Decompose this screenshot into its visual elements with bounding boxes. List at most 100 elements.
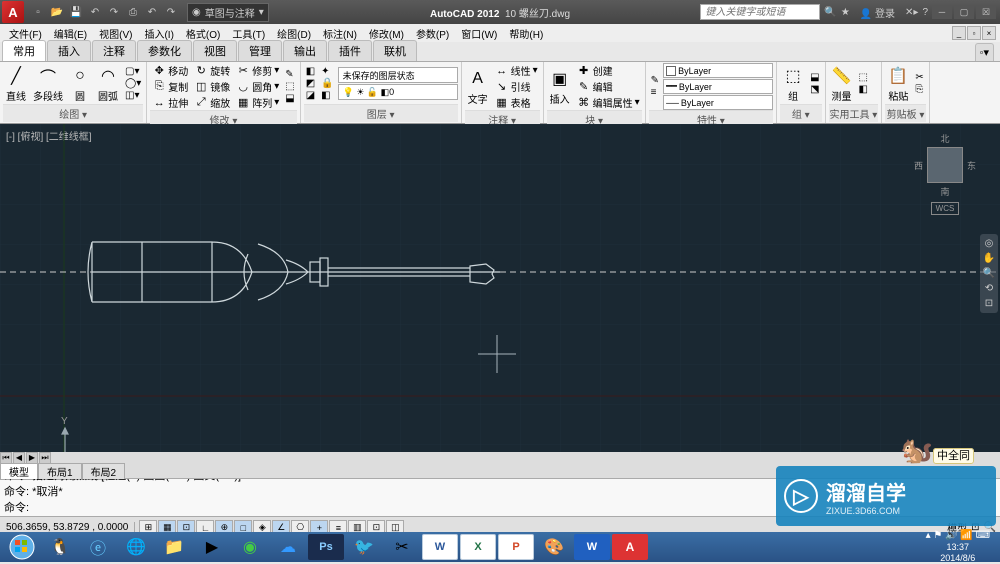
close-button[interactable]: ☒ bbox=[976, 5, 996, 19]
copy-clip-tool[interactable]: ⎘ bbox=[913, 84, 925, 95]
array-tool[interactable]: ▦阵列 ▾ bbox=[234, 95, 281, 110]
layer-current-combo[interactable]: 💡 ☀ 🔓 ◧ 0 bbox=[338, 84, 458, 100]
mdi-min[interactable]: _ bbox=[952, 26, 966, 40]
group-tool[interactable]: ⬚组 bbox=[780, 64, 806, 104]
copy-tool[interactable]: ⎘复制 bbox=[150, 79, 190, 94]
open-icon[interactable]: 📂 bbox=[49, 4, 65, 20]
menu-edit[interactable]: 编辑(E) bbox=[49, 25, 92, 42]
line-tool[interactable]: ╱直线 bbox=[3, 64, 29, 104]
draw-extra-3[interactable]: ◫▾ bbox=[123, 90, 143, 101]
viewcube-south[interactable]: 南 bbox=[940, 185, 949, 198]
props-tool-2[interactable]: ≡ bbox=[649, 87, 661, 98]
undo-icon[interactable]: ↶ bbox=[87, 4, 103, 20]
viewcube-west[interactable]: 西 bbox=[914, 159, 923, 172]
layer-tool-4[interactable]: ✦ bbox=[319, 66, 335, 77]
layer-state-combo[interactable]: 未保存的图层状态 bbox=[338, 67, 458, 83]
leader-tool[interactable]: ↘引线 bbox=[493, 79, 540, 94]
util-extra-2[interactable]: ◧ bbox=[857, 84, 870, 95]
edit-block-tool[interactable]: ✎编辑 bbox=[575, 79, 642, 94]
mdi-close[interactable]: × bbox=[982, 26, 996, 40]
task-ppt[interactable]: P bbox=[498, 534, 534, 560]
linetype-combo[interactable]: ── ByLayer bbox=[663, 95, 773, 110]
tab-manage[interactable]: 管理 bbox=[238, 40, 282, 61]
modify-extra-1[interactable]: ⬚ bbox=[283, 81, 296, 92]
print-icon[interactable]: ⎙ bbox=[125, 4, 141, 20]
move-tool[interactable]: ✥移动 bbox=[150, 63, 190, 78]
tab-model[interactable]: 模型 bbox=[0, 463, 38, 480]
tab-output[interactable]: 输出 bbox=[283, 40, 327, 61]
menu-help[interactable]: 帮助(H) bbox=[504, 25, 548, 42]
panel-layers-title[interactable]: 图层 ▾ bbox=[304, 104, 458, 122]
layer-tool-2[interactable]: ◩ bbox=[304, 78, 317, 89]
modify-brush[interactable]: ✎ bbox=[283, 69, 296, 80]
workspace-selector[interactable]: ◉ 草图与注释 ▾ bbox=[187, 3, 269, 22]
layer-tool-3[interactable]: ◪ bbox=[304, 90, 317, 101]
tab-insert[interactable]: 插入 bbox=[47, 40, 91, 61]
login-button[interactable]: 👤 登录 bbox=[854, 4, 901, 21]
table-tool[interactable]: ▦表格 bbox=[493, 95, 540, 110]
linear-dim-tool[interactable]: ↔线性 ▾ bbox=[493, 63, 540, 78]
fillet-tool[interactable]: ◡圆角 ▾ bbox=[234, 79, 281, 94]
modify-extra-2[interactable]: ⬓ bbox=[283, 93, 296, 104]
task-360[interactable]: ◉ bbox=[232, 534, 268, 560]
maximize-button[interactable]: ▢ bbox=[954, 5, 974, 19]
pan-icon[interactable]: ✋ bbox=[983, 253, 995, 264]
menu-tools[interactable]: 工具(T) bbox=[227, 25, 270, 42]
trim-tool[interactable]: ✂修剪 ▾ bbox=[234, 63, 281, 78]
wheel-icon[interactable]: ◎ bbox=[985, 238, 994, 249]
menu-insert[interactable]: 插入(I) bbox=[139, 25, 178, 42]
task-explorer[interactable]: 📁 bbox=[156, 534, 192, 560]
menu-window[interactable]: 窗口(W) bbox=[456, 25, 502, 42]
measure-tool[interactable]: 📏测量 bbox=[829, 64, 855, 104]
viewcube-north[interactable]: 北 bbox=[940, 132, 949, 145]
match-props-tool[interactable]: ✎ bbox=[649, 75, 661, 86]
exchange-icon[interactable]: ✕▸ bbox=[905, 7, 918, 18]
draw-extra-2[interactable]: ◯▾ bbox=[123, 78, 143, 89]
stretch-tool[interactable]: ↔拉伸 bbox=[150, 95, 190, 110]
cut-tool[interactable]: ✂ bbox=[913, 72, 925, 83]
ribbon-collapse-button[interactable]: ◦▾ bbox=[975, 43, 994, 61]
menu-format[interactable]: 格式(O) bbox=[181, 25, 225, 42]
tab-layout2[interactable]: 布局2 bbox=[82, 463, 126, 480]
orbit-icon[interactable]: ⟲ bbox=[985, 283, 993, 294]
undo2-icon[interactable]: ↶ bbox=[144, 4, 160, 20]
task-browser[interactable]: 🌐 bbox=[118, 534, 154, 560]
task-word[interactable]: W bbox=[422, 534, 458, 560]
redo-icon[interactable]: ↷ bbox=[106, 4, 122, 20]
paste-tool[interactable]: 📋粘贴 bbox=[885, 64, 911, 104]
save-icon[interactable]: 💾 bbox=[68, 4, 84, 20]
menu-modify[interactable]: 修改(M) bbox=[364, 25, 409, 42]
task-autocad[interactable]: A bbox=[612, 534, 648, 560]
tray-icons[interactable]: ▴ ⚑ 🔊 📶 ⌨ bbox=[926, 530, 990, 542]
menu-view[interactable]: 视图(V) bbox=[94, 25, 137, 42]
task-wps[interactable]: W bbox=[574, 534, 610, 560]
util-extra-1[interactable]: ⬚ bbox=[857, 72, 870, 83]
new-icon[interactable]: ▫ bbox=[30, 4, 46, 20]
layer-tool-1[interactable]: ◧ bbox=[304, 66, 317, 77]
create-block-tool[interactable]: ✚创建 bbox=[575, 63, 642, 78]
tab-layout1[interactable]: 布局1 bbox=[38, 463, 82, 480]
star-icon[interactable]: ★ bbox=[841, 7, 850, 18]
viewcube-face[interactable] bbox=[927, 147, 963, 183]
tab-view[interactable]: 视图 bbox=[193, 40, 237, 61]
view-cube[interactable]: 北 西 东 南 WCS bbox=[914, 132, 976, 215]
rotate-tool[interactable]: ↻旋转 bbox=[192, 63, 232, 78]
lineweight-combo[interactable]: ━━ ByLayer bbox=[663, 79, 773, 94]
minimize-button[interactable]: ─ bbox=[932, 5, 952, 19]
task-ie[interactable]: ⓔ bbox=[80, 534, 116, 560]
task-ps[interactable]: Ps bbox=[308, 534, 344, 560]
scale-tool[interactable]: ⤢缩放 bbox=[192, 95, 232, 110]
draw-extra-1[interactable]: ▢▾ bbox=[123, 66, 143, 77]
task-bird[interactable]: 🐦 bbox=[346, 534, 382, 560]
wcs-label[interactable]: WCS bbox=[931, 202, 960, 215]
viewcube-east[interactable]: 东 bbox=[967, 159, 976, 172]
polyline-tool[interactable]: ⌒多段线 bbox=[31, 64, 65, 104]
nav-extra-icon[interactable]: ⊡ bbox=[985, 298, 993, 309]
tab-online[interactable]: 联机 bbox=[373, 40, 417, 61]
layer-tool-5[interactable]: 🔒 bbox=[319, 78, 335, 89]
redo2-icon[interactable]: ↷ bbox=[163, 4, 179, 20]
task-media[interactable]: ▶ bbox=[194, 534, 230, 560]
panel-clip-title[interactable]: 剪贴板 ▾ bbox=[885, 104, 925, 122]
app-logo[interactable]: A bbox=[2, 1, 24, 23]
menu-draw[interactable]: 绘图(D) bbox=[272, 25, 316, 42]
